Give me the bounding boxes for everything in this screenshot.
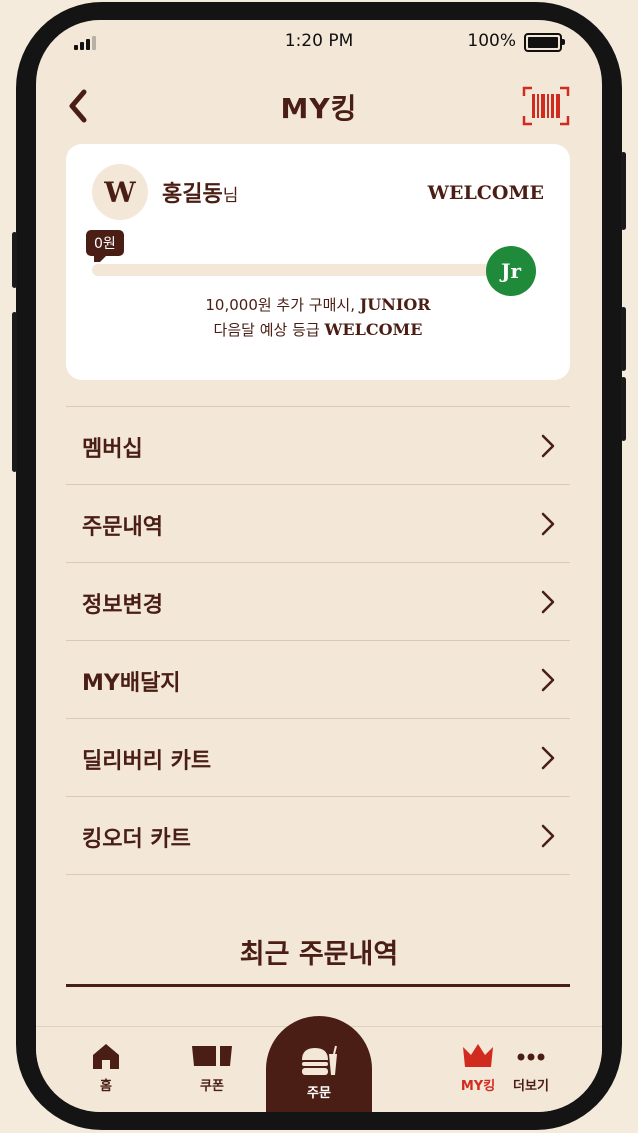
menu-item-edit-info[interactable]: 정보변경 [66,563,570,641]
barcode-icon [522,86,570,126]
tab-more[interactable]: 더보기 [491,1041,571,1101]
avatar: W [92,164,148,220]
menu-item-membership[interactable]: 멤버십 [66,407,570,485]
menu-item-kingorder-cart[interactable]: 킹오더 카트 [66,797,570,875]
grade-progress-bar [92,264,512,276]
points-bubble: 0원 [86,230,124,262]
phone-side-button [621,377,626,441]
upgrade-message: 10,000원 추가 구매시, JUNIOR [66,294,570,315]
expected-grade-text: 다음달 예상 등급 [213,321,325,339]
tab-coupon[interactable]: 쿠폰 [172,1041,252,1101]
chevron-right-icon [541,512,555,536]
current-grade: WELCOME [427,182,544,204]
battery-percent: 100% [467,31,516,51]
phone-side-button [621,307,626,371]
tab-label: 쿠폰 [200,1079,224,1094]
menu-item-label: 딜리버리 카트 [82,749,212,774]
user-name-text: 홍길동 [162,182,223,207]
status-bar: 1:20 PM 100% [36,20,602,66]
next-grade-badge: Jr [486,246,536,296]
menu-item-label: 멤버십 [82,437,143,462]
upgrade-message-text: 10,000원 추가 구매시, [205,296,360,314]
chevron-right-icon [541,668,555,692]
expected-grade: WELCOME [324,320,423,339]
membership-card[interactable]: W 홍길동님 WELCOME 0원 Jr 10,000원 추가 구매시, JUN… [66,144,570,380]
menu-item-label: 킹오더 카트 [82,827,191,852]
burger-icon [302,1045,337,1075]
user-name: 홍길동님 [162,176,238,208]
tab-label: 더보기 [513,1079,549,1094]
menu-item-order-history[interactable]: 주문내역 [66,485,570,563]
tab-home[interactable]: 홈 [66,1041,146,1101]
menu-item-label: MY배달지 [82,671,181,696]
menu-item-label: 정보변경 [82,593,163,618]
expected-grade-message: 다음달 예상 등급 WELCOME [66,319,570,340]
phone-side-button [12,312,17,472]
mypage-menu: 멤버십 주문내역 정보변경 MY배달지 딜리버리 카트 킹오더 카트 [66,406,570,875]
tab-label: 주문 [307,1086,331,1101]
page-title: MY킹 [280,92,358,125]
upgrade-target-grade: JUNIOR [359,295,431,314]
tab-order[interactable]: 주문 [266,1016,372,1112]
more-icon [517,1053,545,1061]
phone-side-button [12,232,17,288]
phone-side-button [621,152,626,230]
user-honorific: 님 [222,186,239,206]
coupon-icon [192,1044,232,1068]
battery-icon [524,33,565,52]
menu-item-label: 주문내역 [82,515,163,540]
menu-item-my-address[interactable]: MY배달지 [66,641,570,719]
tab-label: 홈 [100,1079,112,1094]
chevron-right-icon [541,590,555,614]
status-time: 1:20 PM [284,31,354,51]
chevron-right-icon [541,434,555,458]
home-icon [93,1044,119,1069]
app-screen: 1:20 PM 100% MY킹 W 홍길동님 WELCOME 0원 Jr 10… [36,20,602,1112]
menu-item-delivery-cart[interactable]: 딜리버리 카트 [66,719,570,797]
barcode-button[interactable] [522,86,570,126]
divider [66,984,570,987]
recent-orders-title: 최근 주문내역 [239,939,399,970]
chevron-right-icon [541,824,555,848]
chevron-right-icon [541,746,555,770]
